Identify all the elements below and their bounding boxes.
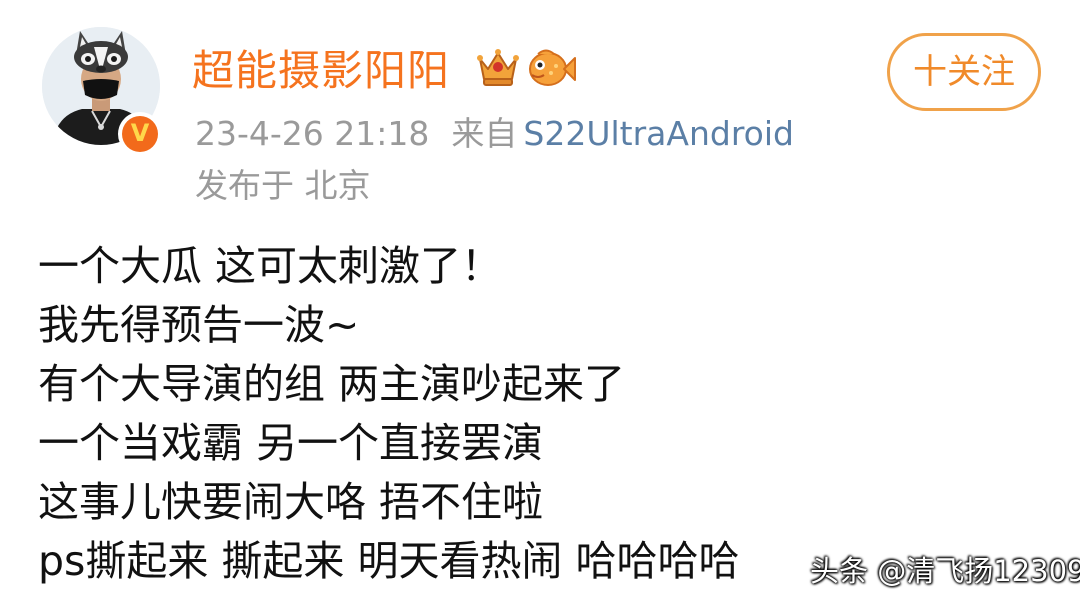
source-device-link[interactable]: S22UltraAndroid	[523, 114, 794, 153]
post-line: 有个大导演的组 两主演吵起来了	[38, 360, 626, 408]
post-line: 我先得预告一波~	[38, 301, 360, 349]
follow-button[interactable]: 十关注	[887, 33, 1041, 111]
post-line: 这事儿快要闹大咯 捂不住啦	[38, 478, 544, 526]
post-location: 发布于 北京	[195, 166, 371, 205]
post-meta: 23-4-26 21:18 来自 S22UltraAndroid	[195, 112, 794, 156]
post-body: 一个大瓜 这可太刺激了！ 我先得预告一波~ 有个大导演的组 两主演吵起来了 一个…	[38, 237, 1038, 591]
source-from-label: 来自	[451, 114, 518, 153]
watermark: 头条 @清飞扬12309	[810, 554, 1080, 588]
verified-letter: V	[122, 116, 158, 152]
vip-crown-icon	[477, 49, 519, 86]
verified-badge-icon: V	[118, 112, 162, 156]
post-line: 一个当戏霸 另一个直接罢演	[38, 419, 544, 467]
post-timestamp: 23-4-26 21:18	[195, 114, 430, 153]
post-line: 一个大瓜 这可太刺激了！	[38, 242, 503, 290]
weibo-post: V 超能摄影阳阳 十关注 23-4-26 21:18 来自 S22UltraAndr…	[0, 0, 1080, 601]
username[interactable]: 超能摄影阳阳	[192, 45, 450, 97]
fish-icon	[529, 49, 576, 86]
